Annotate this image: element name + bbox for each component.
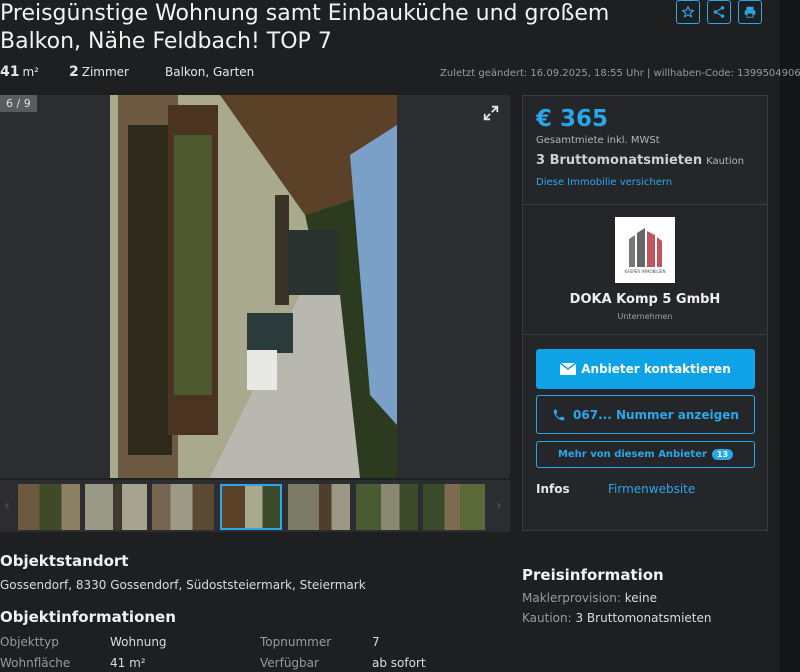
deposit-value: 3 Bruttomonatsmieten bbox=[536, 153, 703, 168]
contact-button-label: Anbieter kontaktieren bbox=[581, 362, 731, 376]
chevron-left-icon[interactable]: ‹ bbox=[4, 498, 10, 514]
detail-value: Wohnung bbox=[110, 635, 167, 649]
listing-actions bbox=[676, 0, 762, 24]
printer-icon bbox=[744, 6, 756, 18]
key-facts: 41 m² 2 Zimmer Balkon, Garten bbox=[0, 64, 276, 80]
listing-title: Preisgünstige Wohnung samt Einbauküche u… bbox=[0, 1, 610, 54]
detail-label: Objekttyp bbox=[0, 635, 59, 649]
details-heading: Objektinformationen bbox=[0, 608, 176, 626]
deposit-info-label: Kaution: bbox=[522, 611, 572, 625]
balcony-photo bbox=[110, 95, 397, 478]
listing-count-badge: 13 bbox=[711, 449, 734, 460]
price: € 365 bbox=[536, 106, 609, 132]
more-button-label: Mehr von diesem Anbieter bbox=[557, 449, 707, 460]
photo-gallery[interactable]: 6 / 9 bbox=[0, 95, 510, 478]
print-button[interactable] bbox=[738, 0, 762, 24]
deposit: 3 Bruttomonatsmieten Kaution bbox=[536, 153, 744, 168]
rooms-fact: 2 Zimmer bbox=[69, 64, 129, 80]
company-logo[interactable]: KASPER IMMOBILIEN bbox=[615, 217, 675, 283]
company-name[interactable]: DOKA Komp 5 GmbH bbox=[523, 292, 767, 307]
star-icon bbox=[681, 5, 695, 18]
location-heading: Objektstandort bbox=[0, 552, 129, 570]
price-info-heading: Preisinformation bbox=[522, 566, 664, 584]
company-type: Unternehmen bbox=[617, 312, 673, 321]
company-website-link[interactable]: Firmenwebsite bbox=[608, 482, 695, 496]
insure-link[interactable]: Diese Immobilie versichern bbox=[536, 177, 672, 188]
infos-label: Infos bbox=[536, 482, 570, 496]
features-fact: Balkon, Garten bbox=[164, 65, 255, 79]
company-logo-image: KASPER IMMOBILIEN bbox=[625, 228, 666, 274]
phone-button-label: 067... Nummer anzeigen bbox=[573, 407, 739, 422]
thumbnail[interactable] bbox=[18, 484, 80, 530]
more-from-provider-button[interactable]: Mehr von diesem Anbieter 13 bbox=[536, 441, 755, 468]
logo-text: KASPER IMMOBILIEN bbox=[625, 269, 666, 274]
phone-icon bbox=[553, 409, 565, 420]
thumbnail[interactable] bbox=[85, 484, 147, 530]
share-icon bbox=[713, 6, 725, 18]
main-photo[interactable] bbox=[110, 95, 397, 478]
share-button[interactable] bbox=[707, 0, 731, 24]
contact-button[interactable]: Anbieter kontaktieren bbox=[536, 349, 755, 389]
thumbnail[interactable] bbox=[152, 484, 214, 530]
detail-value: 41 m² bbox=[110, 656, 146, 670]
detail-value: 7 bbox=[372, 635, 380, 649]
detail-label: Topnummer bbox=[260, 635, 332, 649]
phone-button[interactable]: 067... Nummer anzeigen bbox=[536, 395, 755, 434]
updated-info: Zuletzt geändert: 16.09.2025, 18:55 Uhr … bbox=[440, 68, 800, 79]
commission-info: Maklerprovision: keine bbox=[522, 591, 657, 605]
deposit-info: Kaution: 3 Bruttomonatsmieten bbox=[522, 611, 712, 625]
address: Gossendorf, 8330 Gossendorf, Südoststeie… bbox=[0, 578, 366, 592]
price-note: Gesamtmiete inkl. MWSt bbox=[536, 135, 660, 146]
deposit-label: Kaution bbox=[706, 156, 745, 167]
area-fact: 41 m² bbox=[0, 64, 39, 80]
commission-label: Maklerprovision: bbox=[522, 591, 621, 605]
page-side-strip bbox=[780, 0, 800, 672]
photo-counter: 6 / 9 bbox=[0, 95, 37, 112]
deposit-info-value: 3 Bruttomonatsmieten bbox=[575, 611, 712, 625]
contact-panel: € 365 Gesamtmiete inkl. MWSt 3 Bruttomon… bbox=[522, 95, 768, 531]
divider bbox=[523, 204, 767, 205]
expand-icon[interactable] bbox=[482, 104, 500, 122]
area-value: 41 bbox=[0, 64, 20, 80]
envelope-icon bbox=[560, 363, 577, 375]
detail-label: Wohnfläche bbox=[0, 656, 71, 670]
rooms-value: 2 bbox=[68, 64, 79, 80]
thumbnail-active[interactable] bbox=[220, 484, 282, 530]
detail-label: Verfügbar bbox=[260, 656, 319, 670]
detail-value: ab sofort bbox=[372, 656, 426, 670]
divider bbox=[523, 334, 767, 335]
thumbnail-strip: ‹ › bbox=[0, 480, 510, 532]
rooms-label: Zimmer bbox=[81, 65, 129, 79]
thumbnail[interactable] bbox=[356, 484, 418, 530]
thumbnail[interactable] bbox=[288, 484, 350, 530]
favorite-button[interactable] bbox=[676, 0, 700, 24]
thumbnail[interactable] bbox=[423, 484, 485, 530]
chevron-right-icon[interactable]: › bbox=[496, 498, 502, 514]
area-unit: m² bbox=[22, 65, 39, 79]
commission-value: keine bbox=[624, 591, 658, 605]
